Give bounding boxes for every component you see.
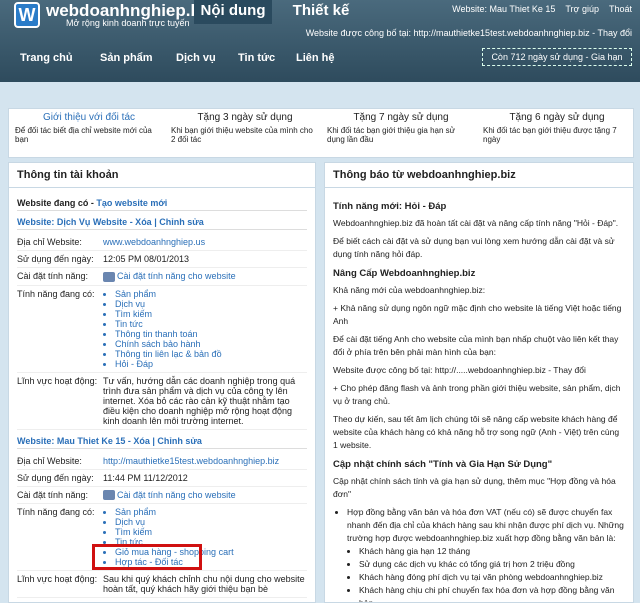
site1-setup-link[interactable]: Cài đặt tính năng cho website bbox=[117, 271, 236, 281]
nav-news[interactable]: Tin tức bbox=[238, 52, 275, 64]
logout-link[interactable]: Thoát bbox=[609, 4, 632, 14]
tab-content[interactable]: Nội dung bbox=[194, 0, 272, 24]
gear-icon bbox=[103, 490, 115, 501]
notice-title: Thông báo từ webdoanhnghiep.biz bbox=[325, 163, 633, 188]
nav-home[interactable]: Trang chủ bbox=[20, 52, 73, 64]
site2-url[interactable]: http://mauthietke15test.webdoanhnghiep.b… bbox=[103, 456, 279, 466]
feature-item[interactable]: Tìm kiếm bbox=[115, 527, 307, 537]
promo-desc: Khi đối tác bạn giới thiệu được tặng 7 n… bbox=[483, 126, 617, 144]
notice-heading: Tính năng mới: Hỏi - Đáp bbox=[333, 201, 447, 212]
gear-icon bbox=[103, 271, 115, 282]
promo-title: Tặng 6 ngày sử dụng bbox=[509, 112, 605, 123]
promo-title: Giới thiệu với đối tác bbox=[42, 112, 136, 123]
tab-design[interactable]: Thiết kế bbox=[282, 0, 360, 24]
slogan: Mở rộng kinh doanh trực tuyến bbox=[66, 18, 190, 28]
feature-item[interactable]: Dịch vụ bbox=[115, 517, 307, 527]
site1-title[interactable]: Website: Dịch Vụ Website - Xóa | Chỉnh s… bbox=[17, 217, 307, 230]
promo-desc: Khi đối tác bạn giới thiệu gia hạn sử dụ… bbox=[327, 126, 456, 144]
site2-setup-link[interactable]: Cài đặt tính năng cho website bbox=[117, 490, 236, 500]
highlight-box bbox=[92, 544, 202, 570]
nav-contact[interactable]: Liên hệ bbox=[296, 52, 335, 64]
site1-until: 12:05 PM 08/01/2013 bbox=[103, 254, 190, 264]
nav-services[interactable]: Dịch vụ bbox=[176, 52, 216, 64]
logo-icon[interactable]: W bbox=[14, 2, 40, 28]
promo-6days: Tặng 6 ngày sử dụng Khi đối tác bạn giới … bbox=[483, 112, 631, 156]
site1-field: Tư vấn, hướng dẫn các doanh nghiệp trong… bbox=[103, 375, 296, 426]
site1-url[interactable]: www.webdoanhnghiep.us bbox=[103, 237, 205, 247]
promo-refer[interactable]: Giới thiệu với đối tác Để đối tác biết đị… bbox=[15, 112, 163, 156]
site2-title[interactable]: Website: Mau Thiet Ke 15 - Xóa | Chỉnh s… bbox=[17, 436, 307, 449]
feature-item[interactable]: Tin tức bbox=[115, 319, 307, 329]
feature-item[interactable]: Chính sách bảo hành bbox=[115, 339, 307, 349]
feature-item[interactable]: Thông tin liên lạc & bản đồ bbox=[115, 349, 307, 359]
account-panel: Thông tin tài khoản Website đang có - Tạ… bbox=[8, 162, 316, 603]
promo-7days: Tặng 7 ngày sử dụng Khi đối tác bạn giới … bbox=[327, 112, 475, 156]
remaining-days[interactable]: Còn 712 ngày sử dụng - Gia hạn bbox=[482, 48, 632, 66]
websites-heading: Website đang có - Tạo website mới bbox=[17, 198, 307, 211]
published-url[interactable]: Website được công bố tại: http://mauthie… bbox=[306, 28, 632, 38]
create-website-link[interactable]: Tạo website mới bbox=[96, 198, 167, 208]
header: W webdoanhnghiep.biz Mở rộng kinh doanh … bbox=[0, 0, 640, 82]
promo-title: Tặng 7 ngày sử dụng bbox=[353, 112, 449, 123]
top-links: Website: Mau Thiet Ke 15 Trợ giúp Thoát bbox=[442, 4, 632, 14]
promo-desc: Để đối tác biết địa chỉ website mới của … bbox=[15, 126, 152, 144]
feature-item[interactable]: Sản phẩm bbox=[115, 289, 307, 299]
nav-products[interactable]: Sản phẩm bbox=[100, 52, 153, 64]
feature-item[interactable]: Sản phẩm bbox=[115, 507, 307, 517]
help-link[interactable]: Trợ giúp bbox=[565, 4, 599, 14]
notice-heading: Nâng Cấp Webdoanhnghiep.biz bbox=[333, 268, 476, 279]
site2-until: 11:44 PM 11/12/2012 bbox=[103, 472, 188, 483]
promo-strip: Giới thiệu với đối tác Để đối tác biết đị… bbox=[8, 108, 634, 158]
promo-desc: Khi bạn giới thiệu website của mình cho … bbox=[171, 126, 313, 144]
feature-item[interactable]: Dịch vụ bbox=[115, 299, 307, 309]
notice-heading: Cập nhật chính sách "Tính và Gia Hạn Sử … bbox=[333, 459, 553, 470]
website-name: Website: Mau Thiet Ke 15 bbox=[452, 4, 556, 14]
feature-item[interactable]: Thông tin thanh toán bbox=[115, 329, 307, 339]
promo-3days: Tặng 3 ngày sử dụng Khi bạn giới thiệu we… bbox=[171, 112, 319, 156]
account-title: Thông tin tài khoản bbox=[9, 163, 315, 188]
feature-item[interactable]: Hỏi - Đáp bbox=[115, 359, 307, 369]
notice-panel: Thông báo từ webdoanhnghiep.biz Tính năn… bbox=[324, 162, 634, 603]
feature-item[interactable]: Tìm kiếm bbox=[115, 309, 307, 319]
site2-field: Sau khi quý khách chỉnh chu nội dung cho… bbox=[103, 574, 305, 595]
promo-title: Tặng 3 ngày sử dụng bbox=[197, 112, 293, 123]
